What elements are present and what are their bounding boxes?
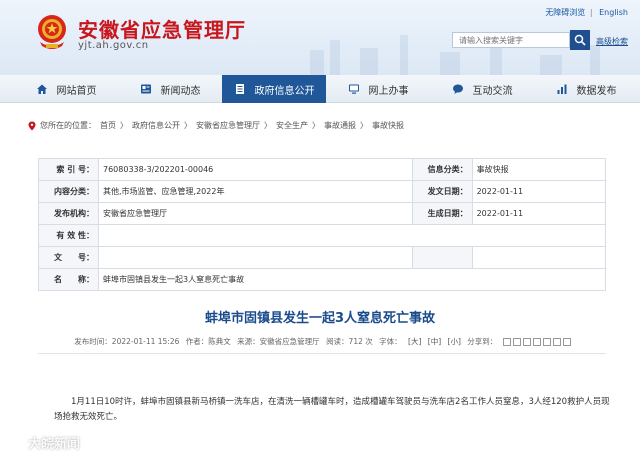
effective-date-label: 生成日期： <box>411 202 473 225</box>
table-row: 内容分类： 其他,市场监管、应急管理,2022年 发文日期： 2022-01-1… <box>38 180 607 203</box>
font-size-small-button[interactable]: [小] <box>448 337 461 346</box>
home-icon <box>36 84 47 94</box>
meta-date: 发布时间：2022-01-11 15:26 <box>74 337 180 346</box>
topic-value: 其他,市场监管、应急管理,2022年 <box>98 180 413 203</box>
meta-author: 作者：陈典文 <box>185 337 231 346</box>
site-header: 安徽省应急管理厅 yjt.ah.gov.cn 无障碍浏览 | English 高… <box>0 0 640 75</box>
nav-item-interaction[interactable]: 互动交流 <box>430 75 534 103</box>
share-icon[interactable] <box>512 338 521 346</box>
index-value: 76080338-3/202201-00046 <box>98 158 413 181</box>
category-value: 事故快报 <box>471 158 607 181</box>
document-icon <box>235 84 244 94</box>
nav-item-gov-info[interactable]: 政府信息公开 <box>222 75 326 103</box>
accessibility-link[interactable]: 无障碍浏览 <box>545 8 585 17</box>
table-row: 有 效 性： <box>38 224 606 247</box>
document-number-value <box>98 246 413 269</box>
breadcrumb-separator: 〉 <box>360 121 368 130</box>
page-root: 安徽省应急管理厅 yjt.ah.gov.cn 无障碍浏览 | English 高… <box>0 0 640 456</box>
index-label: 索 引 号： <box>38 158 99 181</box>
topic-label: 内容分类： <box>38 180 99 203</box>
breadcrumb-separator: 〉 <box>264 121 272 130</box>
empty-label <box>411 246 473 269</box>
nav-item-online-service[interactable]: 网上办事 <box>326 75 430 103</box>
empty-value <box>471 246 607 269</box>
nav-item-label: 数据发布 <box>576 85 617 97</box>
article-meta: 发布时间：2022-01-11 15:26 作者：陈典文 来源：安徽省应急管理厅… <box>38 336 606 347</box>
name-value: 蚌埠市固镇县发生一起3人窒息死亡事故 <box>98 268 606 291</box>
nav-item-label: 互动交流 <box>472 85 513 97</box>
watermark-logo-icon <box>8 435 24 450</box>
pubdate-label: 发文日期： <box>411 180 473 203</box>
breadcrumb-separator: 〉 <box>312 121 320 130</box>
nav-item-label: 新闻动态 <box>160 85 201 97</box>
share-icon[interactable] <box>502 338 511 346</box>
chart-icon <box>557 84 566 94</box>
share-icon[interactable] <box>532 338 541 346</box>
document-number-label: 文 号： <box>38 246 99 269</box>
share-icon[interactable] <box>522 338 531 346</box>
watermark-text: 大皖新闻 <box>28 437 81 452</box>
chat-icon <box>452 84 463 94</box>
category-label: 信息分类： <box>411 158 473 181</box>
validity-label: 有 效 性： <box>38 224 99 247</box>
breadcrumb-separator: 〉 <box>120 121 128 130</box>
validity-value <box>98 224 606 247</box>
table-row: 发布机构： 安徽省应急管理厅 生成日期： 2022-01-11 <box>38 202 607 225</box>
nav-item-label: 网站首页 <box>56 85 97 97</box>
breadcrumb-home[interactable]: 首页 <box>100 120 116 131</box>
main-navigation: 网站首页 新闻动态 政府信息公开 网上办事 互动交流 数据发布 <box>0 75 640 103</box>
breadcrumb-separator: 〉 <box>184 121 192 130</box>
advanced-search-link[interactable]: 高级检索 <box>596 36 628 47</box>
top-links-separator: | <box>589 8 593 17</box>
pubdate-value: 2022-01-11 <box>471 180 607 203</box>
article-title: 蚌埠市固镇县发生一起3人窒息死亡事故 <box>204 311 436 326</box>
meta-views: 阅读：712 次 <box>326 337 373 346</box>
nav-item-home[interactable]: 网站首页 <box>14 75 118 103</box>
nav-item-data-release[interactable]: 数据发布 <box>534 75 638 103</box>
breadcrumb-prefix: 您所在的位置： <box>40 121 96 130</box>
table-row: 文 号： <box>38 246 607 269</box>
location-pin-icon <box>28 121 36 130</box>
publisher-value: 安徽省应急管理厅 <box>98 202 413 225</box>
nav-item-label: 政府信息公开 <box>254 85 315 97</box>
breadcrumb-accident-flash[interactable]: 事故快报 <box>372 120 404 131</box>
share-icon[interactable] <box>562 338 571 346</box>
meta-source: 来源：安徽省应急管理厅 <box>237 337 320 346</box>
top-links: 无障碍浏览 | English <box>541 7 628 18</box>
english-link[interactable]: English <box>599 8 628 17</box>
breadcrumb-safety[interactable]: 安全生产 <box>276 120 308 131</box>
monitor-icon <box>348 84 359 94</box>
watermark: 大皖新闻 <box>8 433 80 452</box>
national-emblem-icon <box>38 15 66 49</box>
search-button[interactable] <box>570 30 590 50</box>
nav-item-news[interactable]: 新闻动态 <box>118 75 222 103</box>
article-divider <box>38 353 606 354</box>
breadcrumb-department[interactable]: 安徽省应急管理厅 <box>196 120 260 131</box>
publisher-label: 发布机构： <box>38 202 99 225</box>
share-icon[interactable] <box>552 338 561 346</box>
table-row: 名 称： 蚌埠市固镇县发生一起3人窒息死亡事故 <box>38 268 606 291</box>
site-title: 安徽省应急管理厅 <box>78 18 246 42</box>
search-input[interactable] <box>452 32 570 48</box>
site-domain: yjt.ah.gov.cn <box>78 40 149 51</box>
breadcrumb-gov-info[interactable]: 政府信息公开 <box>132 120 180 131</box>
nav-item-label: 网上办事 <box>368 85 409 97</box>
news-icon <box>140 84 151 94</box>
breadcrumb: 您所在的位置： 首页 〉 政府信息公开 〉 安徽省应急管理厅 〉 安全生产 〉 … <box>28 120 408 131</box>
meta-font-size-label: 字体： <box>379 337 402 346</box>
font-size-medium-button[interactable]: [中] <box>428 337 441 346</box>
meta-share-label: 分享到： <box>467 337 498 346</box>
share-icon[interactable] <box>542 338 551 346</box>
font-size-large-button[interactable]: [大] <box>408 337 421 346</box>
search-icon <box>574 34 586 46</box>
document-info-table: 索 引 号： 76080338-3/202201-00046 信息分类： 事故快… <box>38 158 607 291</box>
table-row: 索 引 号： 76080338-3/202201-00046 信息分类： 事故快… <box>38 158 607 181</box>
name-label: 名 称： <box>38 268 99 291</box>
effective-date-value: 2022-01-11 <box>471 202 607 225</box>
breadcrumb-accident-report[interactable]: 事故通报 <box>324 120 356 131</box>
article-body: 1月11日10时许，蚌埠市固镇县新马桥镇一洗车店，在清洗一辆槽罐车时，造成槽罐车… <box>54 397 610 422</box>
